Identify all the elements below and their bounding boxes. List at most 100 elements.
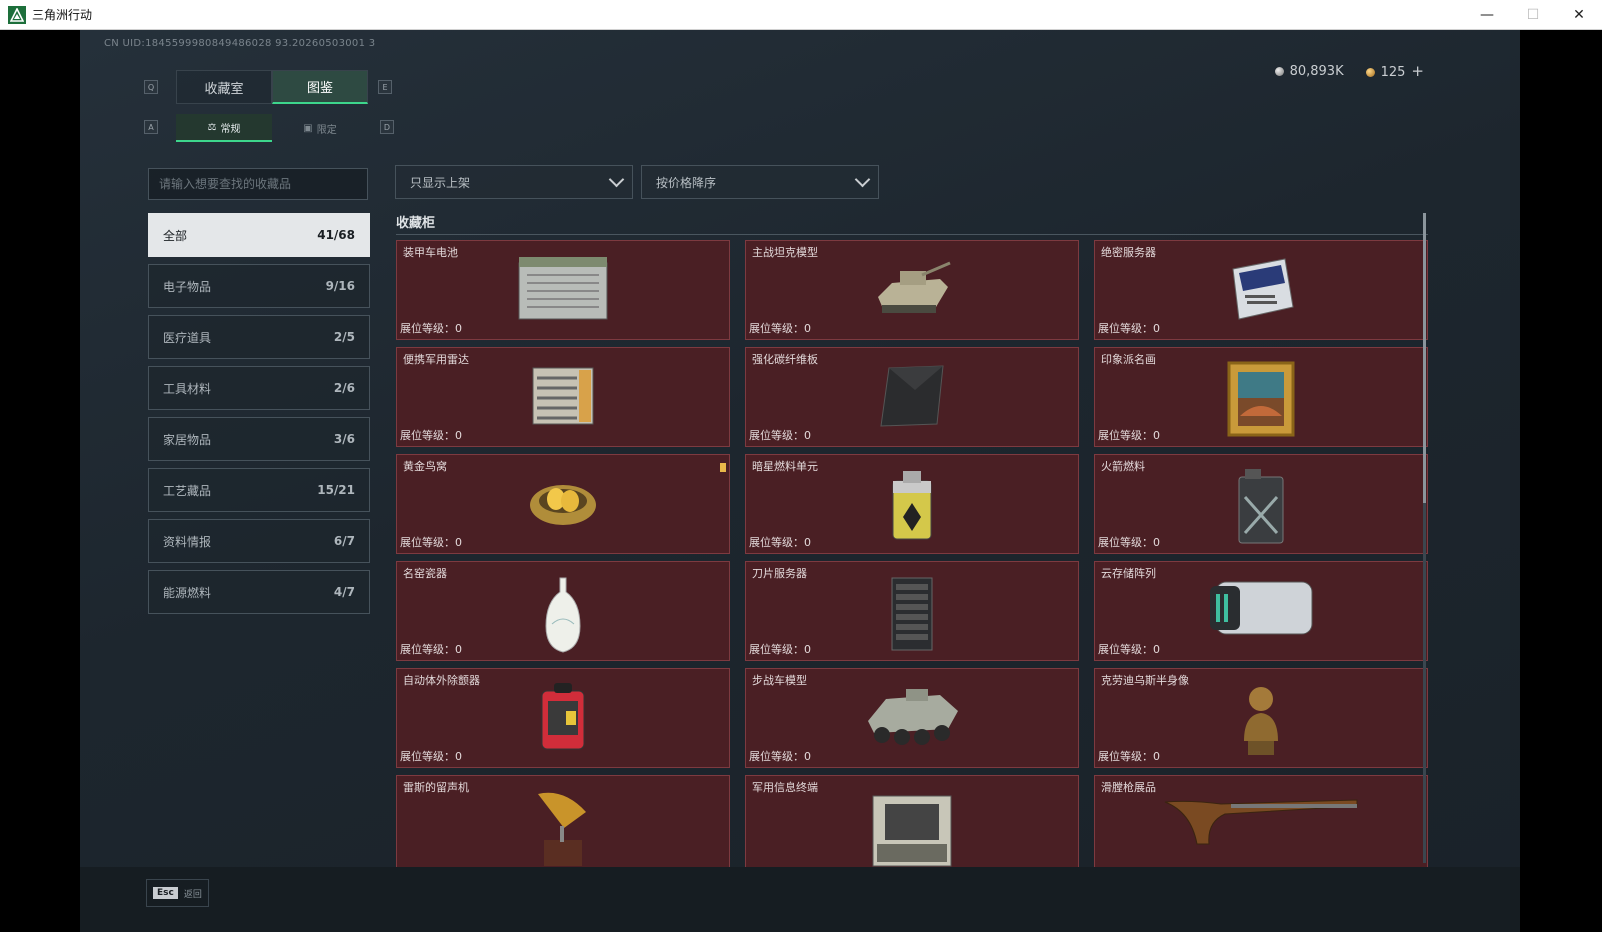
maximize-button[interactable]: ☐ bbox=[1510, 0, 1556, 30]
bust-icon bbox=[1238, 681, 1284, 765]
card-item-name: 军用信息终端 bbox=[752, 781, 818, 794]
collection-card[interactable]: 自动体外除颤器 展位等级：0 bbox=[396, 668, 730, 768]
collection-card[interactable]: 火箭燃料展位等级：0 bbox=[1094, 454, 1428, 554]
scrollbar-thumb[interactable] bbox=[1423, 213, 1426, 503]
silver-balance: 80,893K bbox=[1274, 64, 1344, 79]
card-display-level: 展位等级：0 bbox=[1098, 750, 1160, 763]
collection-card[interactable]: 主战坦克模型 展位等级：0 bbox=[745, 240, 1079, 340]
collection-card[interactable]: 强化碳纤维板 展位等级：0 bbox=[745, 347, 1079, 447]
collection-card[interactable]: 克劳迪乌斯半身像 展位等级：0 bbox=[1094, 668, 1428, 768]
collection-card[interactable]: 云存储阵列 展位等级：0 bbox=[1094, 561, 1428, 661]
vase-icon bbox=[542, 574, 584, 658]
key-hint-e: E bbox=[378, 80, 392, 94]
tab-collection-room[interactable]: 收藏室 bbox=[176, 70, 272, 104]
collection-card[interactable]: 刀片服务器展位等级：0 bbox=[745, 561, 1079, 661]
flask-icon: ⚖ bbox=[207, 121, 217, 133]
fuel-cell-icon bbox=[885, 467, 939, 551]
card-item-name: 装甲车电池 bbox=[403, 246, 458, 259]
card-item-name: 便携军用雷达 bbox=[403, 353, 469, 366]
category-electronics[interactable]: 电子物品 9/16 bbox=[148, 264, 370, 308]
jerrycan-icon bbox=[1233, 467, 1289, 551]
card-item-name: 刀片服务器 bbox=[752, 567, 807, 580]
currency-bar: 80,893K 125 + bbox=[1274, 62, 1424, 80]
collection-card[interactable]: 绝密服务器 展位等级：0 bbox=[1094, 240, 1428, 340]
battery-icon bbox=[513, 253, 613, 329]
category-intel[interactable]: 资料情报 6/7 bbox=[148, 519, 370, 563]
card-display-level: 展位等级：0 bbox=[749, 429, 811, 442]
key-hint-q: Q bbox=[144, 80, 158, 94]
chevron-down-icon bbox=[608, 171, 625, 188]
terminal-icon bbox=[867, 788, 957, 867]
category-all[interactable]: 全部 41/68 bbox=[148, 213, 370, 257]
back-label: 返回 bbox=[183, 889, 202, 900]
storage-array-icon bbox=[1206, 574, 1316, 644]
card-item-name: 强化碳纤维板 bbox=[752, 353, 818, 366]
gramophone-icon bbox=[534, 788, 592, 867]
carbon-plate-icon bbox=[875, 360, 949, 436]
category-medical[interactable]: 医疗道具 2/5 bbox=[148, 315, 370, 359]
collection-card[interactable]: 雷斯的留声机 bbox=[396, 775, 730, 867]
back-button[interactable]: Esc 返回 bbox=[146, 879, 209, 907]
server-icon bbox=[1223, 253, 1299, 329]
search-input[interactable] bbox=[148, 168, 368, 200]
collection-card[interactable]: 步战车模型展位等级：0 bbox=[745, 668, 1079, 768]
category-sidebar: 全部 41/68 电子物品 9/16 医疗道具 2/5 工具材料 2/6 家居物品 3/6… bbox=[148, 213, 370, 621]
key-hint-d: D bbox=[380, 120, 394, 134]
card-display-level: 展位等级：0 bbox=[1098, 536, 1160, 549]
card-item-name: 云存储阵列 bbox=[1101, 567, 1156, 580]
section-divider bbox=[396, 234, 1428, 235]
category-crafts[interactable]: 工艺藏品 15/21 bbox=[148, 468, 370, 512]
card-display-level: 展位等级：0 bbox=[749, 750, 811, 763]
ifv-icon bbox=[862, 681, 962, 755]
category-home[interactable]: 家居物品 3/6 bbox=[148, 417, 370, 461]
card-item-name: 暗星燃料单元 bbox=[752, 460, 818, 473]
card-item-name: 名窑瓷器 bbox=[403, 567, 447, 580]
card-item-name: 自动体外除颤器 bbox=[403, 674, 480, 687]
footer-bar: Esc 返回 bbox=[80, 867, 1520, 932]
shelf-filter-dropdown[interactable]: 只显示上架 bbox=[395, 165, 633, 199]
image-icon: ▣ bbox=[303, 122, 313, 134]
collection-card[interactable]: 军用信息终端 bbox=[745, 775, 1079, 867]
card-item-name: 雷斯的留声机 bbox=[403, 781, 469, 794]
golden-nest-icon bbox=[526, 467, 600, 537]
collection-grid: 装甲车电池 展位等级：0 主战坦克模型 展位等级：0 绝密服务器 展位等级：0 便携军用雷达… bbox=[396, 240, 1428, 867]
collection-card[interactable]: 装甲车电池展位等级：0 bbox=[396, 240, 730, 340]
category-energy[interactable]: 能源燃料 4/7 bbox=[148, 570, 370, 614]
collection-card[interactable]: 暗星燃料单元 展位等级：0 bbox=[745, 454, 1079, 554]
collection-card[interactable]: 便携军用雷达 展位等级：0 bbox=[396, 347, 730, 447]
card-display-level: 展位等级：0 bbox=[400, 643, 462, 656]
window-title: 三角洲行动 bbox=[32, 8, 93, 22]
collection-card[interactable]: 滑膛枪展品 bbox=[1094, 775, 1428, 867]
section-title: 收藏柜 bbox=[396, 216, 436, 231]
card-item-name: 黄金鸟窝 bbox=[403, 460, 447, 473]
defibrillator-icon bbox=[538, 681, 588, 757]
card-item-name: 火箭燃料 bbox=[1101, 460, 1145, 473]
card-display-level: 展位等级：0 bbox=[400, 322, 462, 335]
minimize-button[interactable]: — bbox=[1464, 0, 1510, 30]
letterbox-left bbox=[0, 30, 80, 932]
card-display-level: 展位等级：0 bbox=[749, 643, 811, 656]
card-item-name: 主战坦克模型 bbox=[752, 246, 818, 259]
tab-catalog[interactable]: 图鉴 bbox=[272, 70, 368, 104]
collection-card[interactable]: 名窑瓷器展位等级：0 bbox=[396, 561, 730, 661]
musket-icon bbox=[1161, 788, 1361, 852]
key-hint-a: A bbox=[144, 120, 158, 134]
esc-key: Esc bbox=[153, 887, 178, 899]
category-tools[interactable]: 工具材料 2/6 bbox=[148, 366, 370, 410]
subtab-limited[interactable]: ▣ 限定 bbox=[272, 114, 368, 142]
card-item-name: 步战车模型 bbox=[752, 674, 807, 687]
card-display-level: 展位等级：0 bbox=[749, 322, 811, 335]
card-display-level: 展位等级：0 bbox=[400, 750, 462, 763]
window-titlebar: 三角洲行动 — ☐ ✕ bbox=[0, 0, 1602, 30]
gold-coin-icon bbox=[1365, 68, 1375, 77]
player-uid: CN UID:1845599980849486028 93.2026050300… bbox=[104, 38, 376, 49]
gold-balance[interactable]: 125 + bbox=[1365, 62, 1424, 80]
close-button[interactable]: ✕ bbox=[1556, 0, 1602, 30]
add-currency-button[interactable]: + bbox=[1411, 62, 1424, 80]
grid-scrollbar[interactable] bbox=[1423, 213, 1426, 863]
subtab-regular[interactable]: ⚖ 常规 bbox=[176, 114, 272, 142]
sort-dropdown[interactable]: 按价格降序 bbox=[641, 165, 879, 199]
collection-card[interactable]: 印象派名画 展位等级：0 bbox=[1094, 347, 1428, 447]
collection-grid-viewport: 装甲车电池 展位等级：0 主战坦克模型 展位等级：0 绝密服务器 展位等级：0 便携军用雷达… bbox=[396, 240, 1428, 867]
collection-card[interactable]: 黄金鸟窝 展位等级：0 bbox=[396, 454, 730, 554]
